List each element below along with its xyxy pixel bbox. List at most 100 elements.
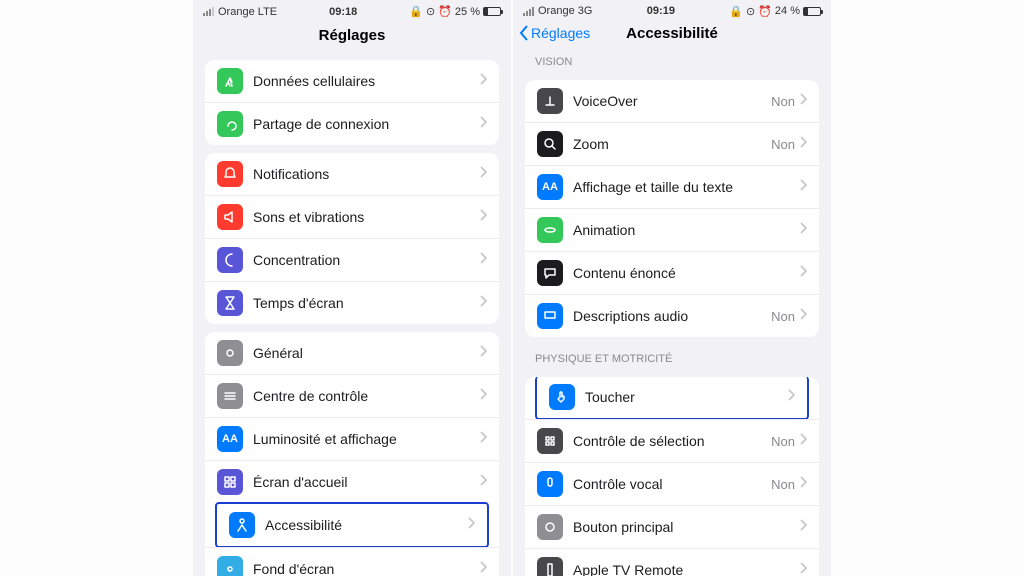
row-accessibility[interactable]: Accessibilité bbox=[215, 502, 489, 548]
row-label: Bouton principal bbox=[573, 519, 799, 535]
chevron-right-icon bbox=[479, 430, 487, 448]
chevron-right-icon bbox=[799, 264, 807, 282]
chevron-right-icon bbox=[479, 115, 487, 133]
mic-icon bbox=[537, 471, 563, 497]
chevron-right-icon bbox=[799, 432, 807, 450]
row-value: Non bbox=[771, 137, 795, 152]
row-label: Fond d'écran bbox=[253, 561, 479, 576]
battery-icon bbox=[803, 7, 821, 16]
row-label: Notifications bbox=[253, 166, 479, 182]
signal-icon bbox=[523, 7, 534, 16]
row-notifications[interactable]: Notifications bbox=[205, 153, 499, 195]
chevron-right-icon bbox=[799, 178, 807, 196]
antenna-icon bbox=[217, 68, 243, 94]
row-label: Concentration bbox=[253, 252, 479, 268]
row-controlcenter[interactable]: Centre de contrôle bbox=[205, 374, 499, 417]
desc-icon bbox=[537, 303, 563, 329]
alarm2-icon: ⏰ bbox=[758, 5, 772, 18]
row-label: Données cellulaires bbox=[253, 73, 479, 89]
row-label: Descriptions audio bbox=[573, 308, 771, 324]
bubble-icon bbox=[537, 260, 563, 286]
chevron-right-icon bbox=[479, 473, 487, 491]
row-screentime[interactable]: Temps d'écran bbox=[205, 281, 499, 324]
hand-icon bbox=[549, 384, 575, 410]
row-label: Apple TV Remote bbox=[573, 562, 799, 576]
carrier-label: Orange bbox=[538, 5, 575, 17]
dots-icon bbox=[537, 428, 563, 454]
row-label: Accessibilité bbox=[265, 517, 467, 533]
back-button[interactable]: Réglages bbox=[519, 25, 590, 41]
row-label: Général bbox=[253, 345, 479, 361]
row-label: Centre de contrôle bbox=[253, 388, 479, 404]
settings-group: ToucherContrôle de sélectionNonContrôle … bbox=[525, 377, 819, 576]
row-cellular[interactable]: Données cellulaires bbox=[205, 60, 499, 102]
chevron-right-icon bbox=[479, 251, 487, 269]
row-animation[interactable]: Animation bbox=[525, 208, 819, 251]
row-label: Sons et vibrations bbox=[253, 209, 479, 225]
row-label: Temps d'écran bbox=[253, 295, 479, 311]
accessibility-list[interactable]: VISIONVoiceOverNonZoomNonAAAffichage et … bbox=[513, 48, 831, 576]
row-appletvremote[interactable]: Apple TV Remote bbox=[525, 548, 819, 576]
clock: 09:18 bbox=[277, 6, 409, 18]
row-audiodesc[interactable]: Descriptions audioNon bbox=[525, 294, 819, 337]
row-label: Luminosité et affichage bbox=[253, 431, 479, 447]
circle-icon bbox=[537, 514, 563, 540]
row-sounds[interactable]: Sons et vibrations bbox=[205, 195, 499, 238]
row-label: Affichage et taille du texte bbox=[573, 179, 799, 195]
row-value: Non bbox=[771, 477, 795, 492]
row-homescreen[interactable]: Écran d'accueil bbox=[205, 460, 499, 503]
row-label: Partage de connexion bbox=[253, 116, 479, 132]
row-label: Contrôle vocal bbox=[573, 476, 771, 492]
status-bar: Orange 3G 09:19 🔒 ⊙ ⏰ 24 % bbox=[513, 0, 831, 18]
row-textsize[interactable]: AA Affichage et taille du texte bbox=[525, 165, 819, 208]
row-label: Contenu énoncé bbox=[573, 265, 799, 281]
row-touch[interactable]: Toucher bbox=[535, 377, 809, 420]
flower-icon bbox=[217, 556, 243, 576]
row-spoken[interactable]: Contenu énoncé bbox=[525, 251, 819, 294]
row-label: Écran d'accueil bbox=[253, 474, 479, 490]
figure-icon bbox=[229, 512, 255, 538]
alarm-icon: ⊙ bbox=[426, 5, 435, 18]
row-homebutton[interactable]: Bouton principal bbox=[525, 505, 819, 548]
row-wallpaper[interactable]: Fond d'écran bbox=[205, 547, 499, 576]
left-screenshot: Orange LTE 09:18 🔒 ⊙ ⏰ 25 % Réglages Don… bbox=[192, 0, 512, 576]
speaker-icon bbox=[217, 204, 243, 230]
alarm-icon: ⊙ bbox=[746, 5, 755, 18]
aa-icon: AA bbox=[217, 426, 243, 452]
page-title: Accessibilité bbox=[626, 25, 718, 42]
row-zoom[interactable]: ZoomNon bbox=[525, 122, 819, 165]
nav-bar: Réglages bbox=[193, 19, 511, 52]
chevron-right-icon bbox=[799, 92, 807, 110]
chevron-right-icon bbox=[479, 344, 487, 362]
clock: 09:19 bbox=[592, 5, 729, 17]
section-header: PHYSIQUE ET MOTRICITÉ bbox=[513, 345, 831, 369]
row-switchcontrol[interactable]: Contrôle de sélectionNon bbox=[525, 419, 819, 462]
row-general[interactable]: Général bbox=[205, 332, 499, 374]
chevron-right-icon bbox=[479, 560, 487, 576]
lock-icon: 🔒 bbox=[729, 5, 743, 18]
section-header: VISION bbox=[513, 48, 831, 72]
nav-bar: Réglages Accessibilité bbox=[513, 18, 831, 48]
row-voiceover[interactable]: VoiceOverNon bbox=[525, 80, 819, 122]
chevron-right-icon bbox=[479, 208, 487, 226]
gear-icon bbox=[217, 340, 243, 366]
row-hotspot[interactable]: Partage de connexion bbox=[205, 102, 499, 145]
zoom-icon bbox=[537, 131, 563, 157]
battery-pct: 24 % bbox=[775, 5, 800, 17]
aa-icon: AA bbox=[537, 174, 563, 200]
battery-icon bbox=[483, 7, 501, 16]
settings-group: Données cellulaires Partage de connexion bbox=[205, 60, 499, 145]
chevron-right-icon bbox=[479, 387, 487, 405]
settings-group: Général Centre de contrôle AA Luminosité et… bbox=[205, 332, 499, 576]
settings-list[interactable]: Données cellulaires Partage de connexion N… bbox=[193, 52, 511, 576]
chevron-right-icon bbox=[479, 165, 487, 183]
row-label: Zoom bbox=[573, 136, 771, 152]
row-display[interactable]: AA Luminosité et affichage bbox=[205, 417, 499, 460]
chevron-right-icon bbox=[479, 294, 487, 312]
chevron-right-icon bbox=[799, 475, 807, 493]
row-focus[interactable]: Concentration bbox=[205, 238, 499, 281]
status-bar: Orange LTE 09:18 🔒 ⊙ ⏰ 25 % bbox=[193, 0, 511, 19]
chevron-right-icon bbox=[799, 561, 807, 576]
sliders-icon bbox=[217, 383, 243, 409]
row-voicecontrol[interactable]: Contrôle vocalNon bbox=[525, 462, 819, 505]
